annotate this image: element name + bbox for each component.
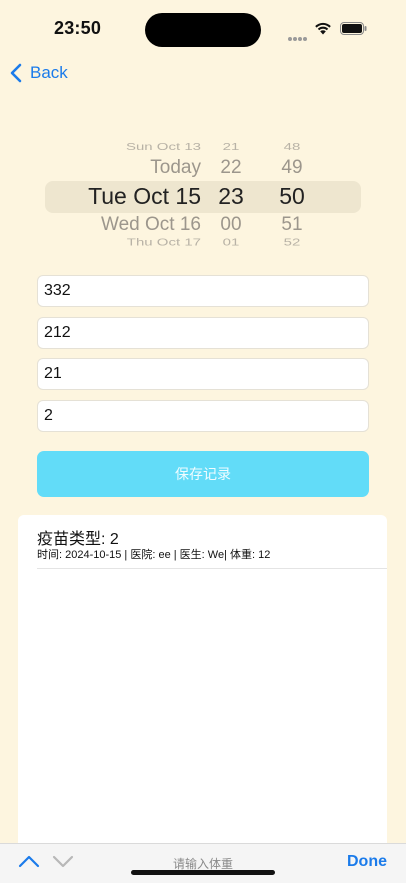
picker-hour-option[interactable]: 00 — [205, 214, 257, 236]
text-field-1[interactable]: 332 — [37, 275, 369, 307]
picker-hour-option[interactable]: 01 — [205, 237, 257, 248]
picker-minute-option[interactable]: 52 — [263, 237, 321, 248]
picker-date-selected[interactable]: Tue Oct 15 — [45, 183, 201, 210]
signal-icon — [288, 28, 310, 41]
divider — [37, 568, 387, 569]
home-indicator — [131, 870, 275, 875]
text-field-2[interactable]: 212 — [37, 317, 369, 349]
picker-minute-option[interactable]: 51 — [263, 214, 321, 236]
picker-date-option[interactable]: Sun Oct 13 — [45, 141, 201, 153]
done-button[interactable]: Done — [347, 853, 387, 871]
battery-icon — [340, 22, 367, 35]
picker-date-option[interactable]: Wed Oct 16 — [45, 214, 201, 236]
keyboard-toolbar: 请输入体重 Done — [0, 843, 406, 883]
text-field-4[interactable]: 2 — [37, 400, 369, 432]
text-field-3[interactable]: 21 — [37, 358, 369, 390]
back-label: Back — [30, 63, 68, 82]
picker-date-option[interactable]: Thu Oct 17 — [45, 237, 201, 248]
picker-minute-option[interactable]: 48 — [263, 141, 321, 153]
picker-hour-column[interactable]: 21 22 23 00 01 — [205, 136, 257, 252]
wifi-icon — [315, 22, 331, 35]
status-bar: 23:50 — [0, 0, 406, 58]
picker-minute-option[interactable]: 49 — [263, 157, 321, 179]
picker-date-option[interactable]: Today — [45, 157, 201, 179]
picker-hour-selected[interactable]: 23 — [205, 183, 257, 210]
date-time-picker[interactable]: Sun Oct 13 Today Tue Oct 15 Wed Oct 16 T… — [45, 136, 361, 252]
chevron-left-icon — [10, 63, 22, 83]
picker-hour-option[interactable]: 22 — [205, 157, 257, 179]
picker-minute-selected[interactable]: 50 — [263, 183, 321, 210]
save-record-button[interactable]: 保存记录 — [37, 451, 369, 497]
record-detail: 时间: 2024-10-15 | 医院: ee | 医生: We| 体重: 12 — [37, 549, 271, 561]
back-button[interactable]: Back — [10, 60, 68, 86]
status-time: 23:50 — [54, 18, 102, 38]
picker-date-column[interactable]: Sun Oct 13 Today Tue Oct 15 Wed Oct 16 T… — [45, 136, 201, 252]
records-list: 疫苗类型: 2 时间: 2024-10-15 | 医院: ee | 医生: We… — [18, 515, 387, 845]
picker-minute-column[interactable]: 48 49 50 51 52 — [263, 136, 321, 252]
dynamic-island — [145, 13, 261, 47]
picker-hour-option[interactable]: 21 — [205, 141, 257, 153]
